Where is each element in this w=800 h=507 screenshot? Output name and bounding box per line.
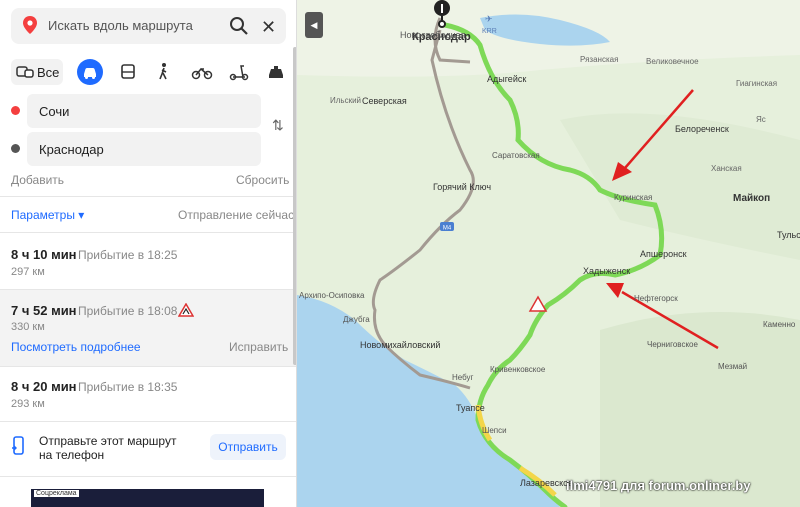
label-ryazanskaya: Рязанская: [580, 55, 618, 64]
label-saratovskaya: Саратовская: [492, 151, 540, 160]
car-bus-icon: [16, 66, 34, 78]
label-tulsky: Тульс: [777, 230, 800, 240]
reset-button[interactable]: Сбросить: [236, 173, 289, 187]
label-giaginskaya: Гиагинская: [736, 79, 777, 88]
phone-icon: [12, 436, 24, 455]
close-icon[interactable]: ✕: [261, 17, 276, 38]
search-icon[interactable]: [229, 16, 249, 36]
label-mezmay: Мезмай: [718, 362, 747, 371]
mode-all-label: Все: [37, 65, 60, 80]
bus-icon: [121, 64, 135, 79]
pedestrian-icon: [159, 63, 167, 80]
destination-value: Краснодар: [39, 142, 104, 157]
bicycle-icon: [191, 67, 213, 80]
route-distance: 293 км: [11, 398, 45, 410]
search-input[interactable]: Искать вдоль маршрута: [48, 18, 193, 33]
scooter-icon: [229, 65, 249, 81]
map-view[interactable]: М4 ✈ Краснодар KRR Адыгейск Рязанская Ве…: [297, 0, 800, 507]
label-goryachy-klyuch: Горячий Ключ: [433, 182, 491, 192]
label-belorechensk: Белореченск: [675, 124, 729, 134]
send-text-line1: Отправьте этот маршрут: [39, 434, 177, 448]
label-shepsi: Шепси: [482, 426, 507, 435]
label-ilsky: Ильский: [330, 96, 361, 105]
label-khanskaya: Ханская: [711, 164, 742, 173]
origin-dot: [11, 106, 20, 115]
route-arrival: Прибытие в 18:35: [78, 380, 178, 394]
map-pin-icon: [23, 16, 37, 34]
ad-badge: Соцреклама: [34, 490, 79, 497]
send-text-line2: на телефон: [39, 448, 105, 462]
route-arrival: Прибытие в 18:25: [78, 248, 178, 262]
mode-bike-button[interactable]: [189, 59, 215, 85]
send-button[interactable]: Отправить: [210, 434, 286, 460]
label-novomikhaylovsky: Новомихайловский: [360, 340, 440, 350]
label-krivenkovskoe: Кривенковское: [490, 365, 546, 374]
origin-field[interactable]: Сочи: [27, 94, 261, 128]
route-option-1[interactable]: 8 ч 10 мин Прибытие в 18:25 297 км: [0, 233, 296, 289]
route-details-link[interactable]: Посмотреть подробнее: [11, 340, 141, 354]
label-maykop: Майкоп: [733, 193, 770, 204]
route-distance: 297 км: [11, 266, 45, 278]
search-box[interactable]: Искать вдоль маршрута ✕: [11, 8, 286, 44]
label-kurinskaya: Куринская: [614, 193, 652, 202]
label-nebug: Небуг: [452, 373, 474, 382]
label-neftegorsk: Нефтегорск: [634, 294, 678, 303]
watermark: ilmi4791 для forum.onliner.by: [566, 478, 751, 493]
label-apsheronsk: Апшеронск: [640, 249, 687, 259]
origin-value: Сочи: [39, 104, 70, 119]
label-severskaya: Северская: [362, 96, 407, 106]
route-duration: 8 ч 10 мин: [11, 247, 77, 262]
mode-bus-button[interactable]: [115, 59, 141, 85]
airport-icon: ✈: [485, 15, 493, 25]
departure-now[interactable]: Отправление сейчас: [178, 208, 294, 222]
fix-route-link[interactable]: Исправить: [229, 340, 288, 354]
route-arrival: Прибытие в 18:08: [78, 304, 178, 318]
send-to-phone-row: Отправьте этот маршрут на телефон Отправ…: [0, 422, 296, 470]
label-novosvo: Новосвободная: [400, 30, 466, 40]
route-panel: Искать вдоль маршрута ✕ Все Сочи Краснод…: [0, 0, 297, 507]
car-icon: [84, 68, 96, 79]
label-yasenevo: Яс: [756, 115, 766, 124]
mode-scooter-button[interactable]: [226, 59, 252, 85]
label-chernigovskoe: Черниговское: [647, 340, 699, 349]
swap-icon[interactable]: ⇅: [272, 117, 284, 134]
destination-dot: [11, 144, 20, 153]
mode-car-button[interactable]: [77, 59, 103, 85]
highway-badge-label: М4: [443, 226, 452, 232]
mode-walk-button[interactable]: [151, 59, 177, 85]
add-point-button[interactable]: Добавить: [11, 173, 64, 187]
parameters-link[interactable]: Параметры ▾: [11, 208, 84, 222]
divider: [0, 196, 296, 197]
label-velikovechnoe: Великовечное: [646, 57, 699, 66]
label-dzhubga: Джубга: [343, 315, 370, 324]
destination-field[interactable]: Краснодар: [27, 132, 261, 166]
ad-banner[interactable]: Соцреклама: [31, 489, 264, 507]
map-canvas[interactable]: М4 ✈ Краснодар KRR Адыгейск Рязанская Ве…: [297, 0, 800, 507]
transport-modes: Все: [11, 58, 291, 86]
label-tuapse: Туапсе: [456, 403, 485, 413]
route-duration: 8 ч 20 мин: [11, 379, 77, 394]
road-works-warning-icon: [178, 303, 194, 317]
mode-taxi-button[interactable]: [263, 59, 289, 85]
mode-all-button[interactable]: Все: [11, 59, 63, 85]
collapse-panel-button[interactable]: ◀: [305, 12, 323, 38]
route-option-3[interactable]: 8 ч 20 мин Прибытие в 18:35 293 км: [0, 367, 296, 421]
route-option-2[interactable]: 7 ч 52 мин Прибытие в 18:08 330 км Посмо…: [0, 290, 296, 366]
label-osipovka: Архипо-Осиповка: [299, 291, 365, 300]
label-adygeysk: Адыгейск: [487, 74, 526, 84]
route-distance: 330 км: [11, 321, 45, 333]
label-khadyzhensk: Хадыженск: [583, 266, 630, 276]
label-krr: KRR: [482, 28, 497, 35]
label-kamenno: Каменно: [763, 320, 796, 329]
route-duration: 7 ч 52 мин: [11, 303, 77, 318]
taxi-icon: [269, 66, 283, 78]
divider: [0, 476, 296, 477]
